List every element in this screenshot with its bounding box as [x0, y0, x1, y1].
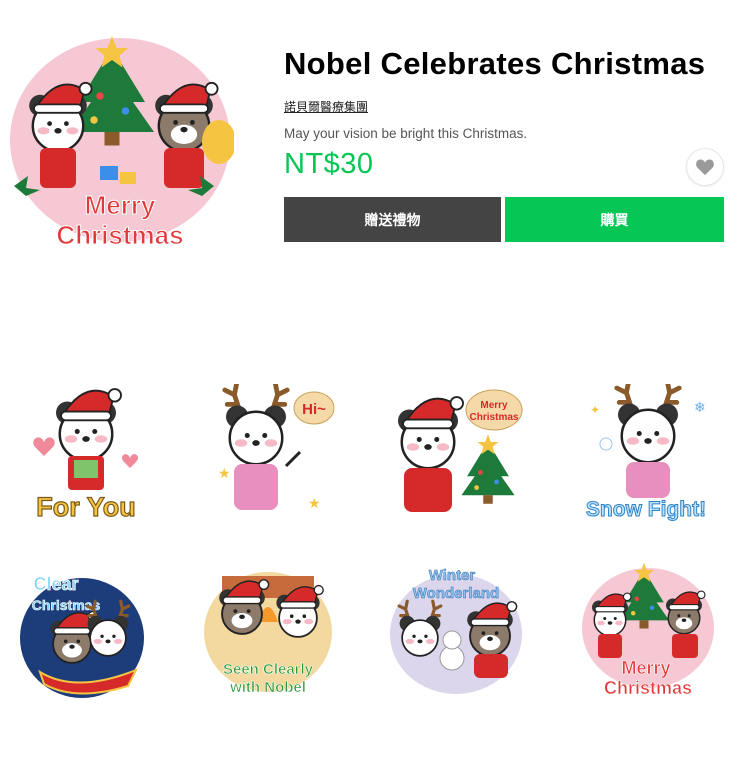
product-description: May your vision be bright this Christmas…	[284, 126, 528, 141]
author-link[interactable]: 諾貝爾醫療集團	[284, 98, 368, 115]
sticker-item-seen-clearly[interactable]: Seen Clearly with Nobel	[198, 562, 338, 702]
svg-text:★: ★	[308, 495, 321, 511]
svg-text:✦: ✦	[590, 403, 600, 417]
sticker-caption-line2: with Nobel	[229, 679, 306, 696]
sticker-item-winter-wonderland[interactable]: Winter Wonderland	[386, 562, 526, 702]
sticker-caption-line2: Christmas	[604, 678, 692, 698]
favorite-button[interactable]	[686, 148, 724, 186]
sticker-item-hi[interactable]: Hi~ ★ ★	[198, 384, 338, 524]
sticker-item-snow-fight[interactable]: ❄ ✦ Snow Fight!	[576, 384, 716, 524]
sticker-caption: Snow Fight!	[586, 498, 706, 521]
svg-text:❄: ❄	[694, 399, 706, 415]
sticker-caption-line1: Merry	[480, 400, 508, 411]
gift-button[interactable]: 贈送禮物	[284, 197, 501, 242]
product-info: Nobel Celebrates Christmas 諾貝爾醫療集團 May y…	[284, 44, 730, 141]
sticker-item-for-you[interactable]: For You	[16, 384, 156, 524]
cover-text-line1: Merry	[85, 190, 156, 220]
sticker-caption: Hi~	[302, 401, 326, 418]
product-title: Nobel Celebrates Christmas	[284, 46, 706, 81]
sticker-cover-image: Merry Christmas	[4, 36, 236, 251]
sticker-caption-line1: Merry	[621, 658, 670, 678]
sticker-caption-line1: Seen Clearly	[223, 661, 314, 678]
cover-text-line2: Christmas	[56, 220, 183, 250]
buy-button[interactable]: 購買	[505, 197, 724, 242]
product-price: NT$30	[284, 148, 374, 180]
svg-text:★: ★	[218, 465, 231, 481]
heart-icon	[696, 159, 714, 176]
sticker-caption-line1: Clear	[33, 574, 78, 594]
sticker-caption-line2: Wonderland	[413, 585, 499, 602]
sticker-item-merry-christmas[interactable]: Merry Christmas	[576, 562, 716, 702]
sticker-caption-line1: Winter	[429, 567, 476, 584]
sticker-caption-line2: Christmas	[470, 412, 519, 423]
sticker-caption-line2: Christmas	[32, 597, 101, 613]
sticker-item-merry-christmas-bubble[interactable]: Merry Christmas	[384, 384, 524, 524]
sticker-item-clear-christmas[interactable]: Clear Christmas	[16, 562, 156, 702]
sticker-caption: For You	[36, 492, 136, 522]
